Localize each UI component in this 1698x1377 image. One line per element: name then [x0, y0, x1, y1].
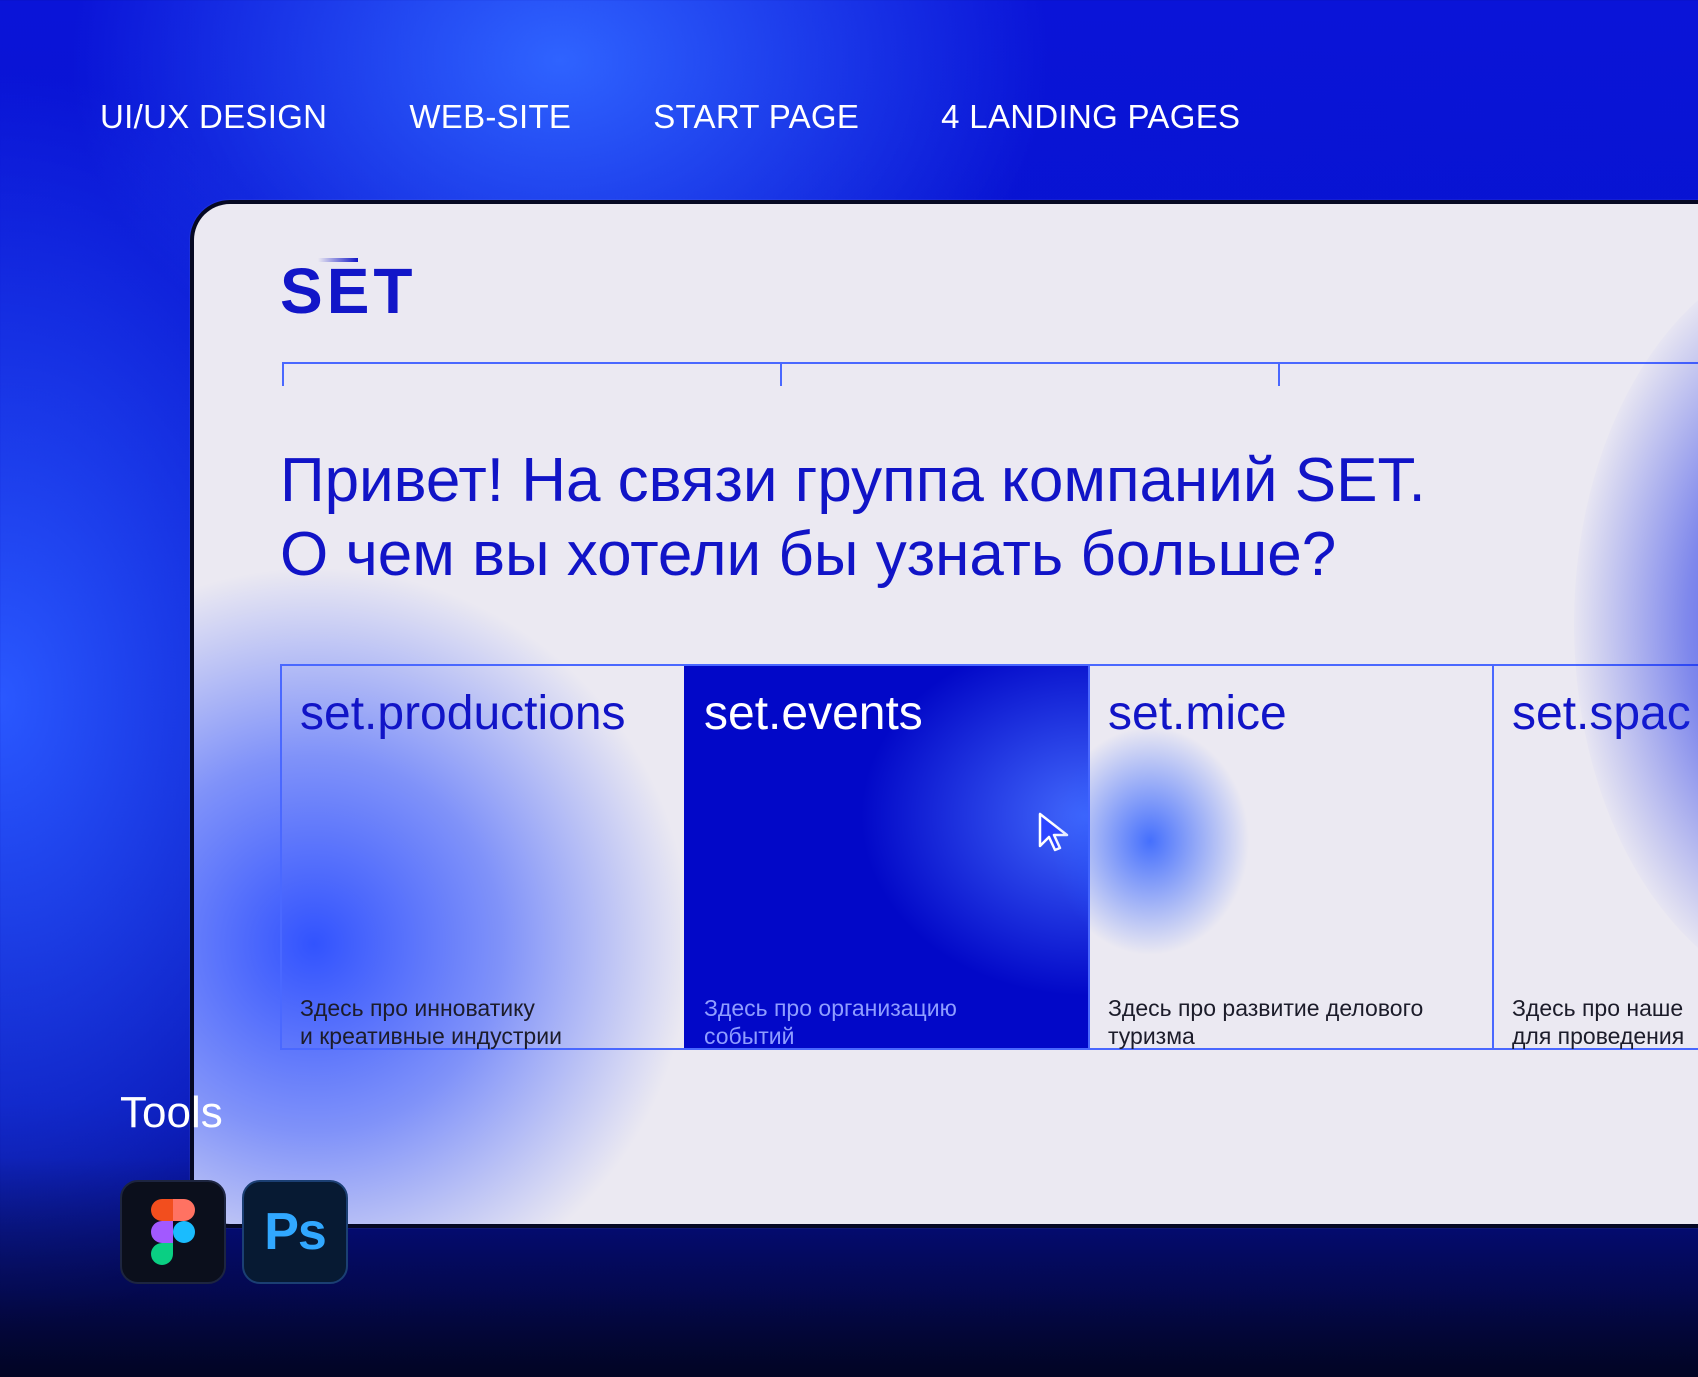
- card-description: Здесь про наше для проведения: [1512, 995, 1685, 1049]
- figma-tool: [120, 1180, 226, 1284]
- logo-text: SET: [280, 255, 417, 327]
- figma-icon: [151, 1199, 195, 1265]
- logo-streak: [318, 258, 358, 262]
- tag-start-page: START PAGE: [653, 98, 860, 135]
- tag-landing-pages: 4 LANDING PAGES: [941, 98, 1241, 135]
- headline-line-1: Привет! На связи группа компаний SET.: [280, 446, 1426, 515]
- nav-tick: [780, 362, 782, 386]
- site-logo[interactable]: SET: [280, 254, 416, 328]
- page-headline: Привет! На связи группа компаний SET. О …: [280, 444, 1580, 592]
- nav-tick: [1278, 362, 1280, 386]
- card-description: Здесь про развитие делового туризма: [1108, 995, 1424, 1049]
- card-title: set.events: [704, 687, 923, 740]
- photoshop-tool: Ps: [242, 1180, 348, 1284]
- project-tags: UI/UX DESIGN WEB-SITE START PAGE 4 LANDI…: [100, 98, 1240, 136]
- card-title: set.productions: [300, 687, 626, 740]
- headline-line-2: О чем вы хотели бы узнать больше?: [280, 520, 1337, 589]
- card-title: set.spac: [1512, 687, 1691, 740]
- card-description: Здесь про организацию событий: [704, 995, 957, 1049]
- card-set-mice[interactable]: set.mice Здесь про развитие делового тур…: [1050, 666, 1492, 1049]
- tag-website: WEB-SITE: [409, 98, 572, 135]
- card-set-productions[interactable]: set.productions Здесь про инноватику и к…: [280, 666, 684, 1049]
- card-set-events[interactable]: set.events Здесь про организацию событий: [684, 666, 1088, 1049]
- photoshop-icon: Ps: [264, 1203, 327, 1261]
- nav-rule: [282, 362, 1698, 364]
- tools-label: Tools: [120, 1088, 223, 1137]
- device-screen: SET Привет! На связи группа компаний SET…: [190, 200, 1698, 1228]
- card-set-spaces[interactable]: set.spac Здесь про наше для проведения: [1492, 666, 1698, 1049]
- nav-tick: [282, 362, 284, 386]
- card-bloom: [1050, 726, 1250, 956]
- card-title: set.mice: [1108, 687, 1287, 740]
- card-description: Здесь про инноватику и креативные индуст…: [300, 995, 562, 1049]
- company-cards: set.productions Здесь про инноватику и к…: [280, 664, 1698, 1050]
- tag-uiux: UI/UX DESIGN: [100, 98, 328, 135]
